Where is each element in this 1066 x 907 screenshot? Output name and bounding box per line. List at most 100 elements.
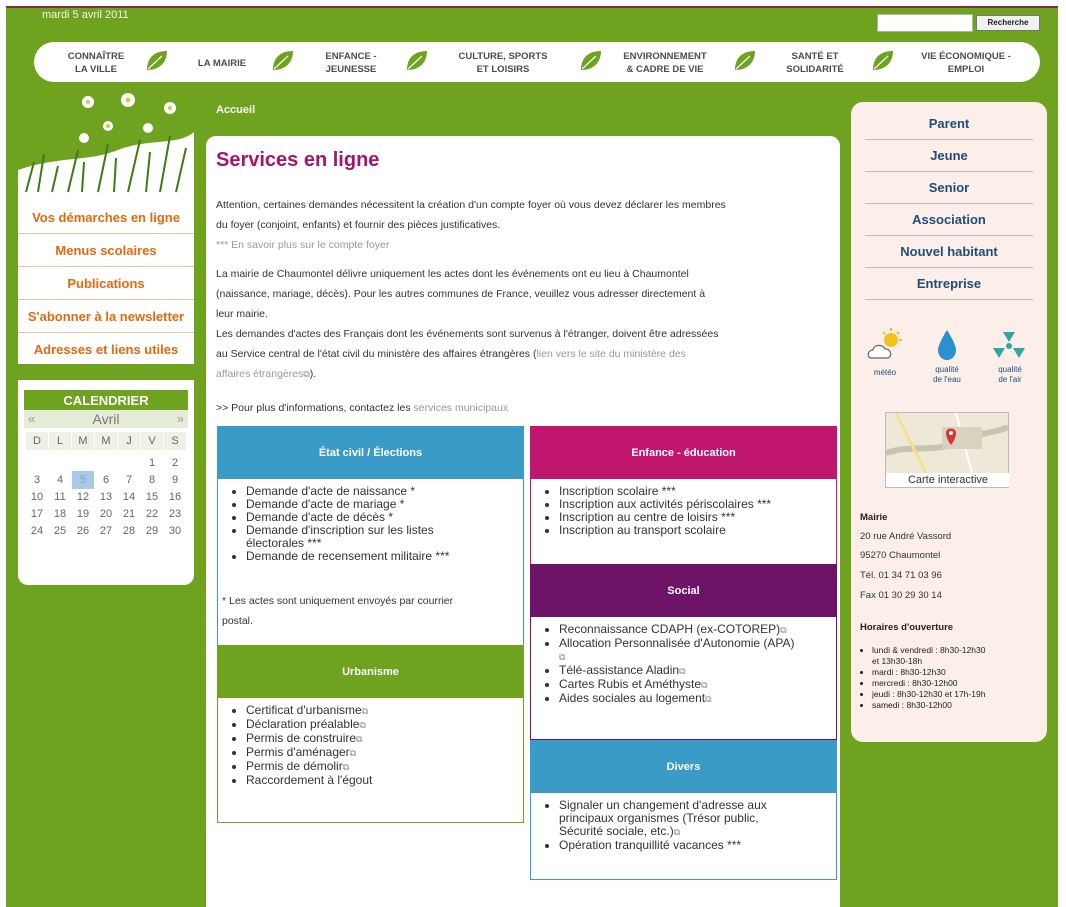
- service-link[interactable]: Déclaration préalable⧉: [246, 718, 372, 732]
- date-label: mardi 5 avril 2011: [42, 9, 129, 21]
- service-link[interactable]: Opération tranquillité vacances ***: [559, 839, 767, 852]
- external-link-icon: ⧉: [673, 827, 681, 837]
- air-quality-icon[interactable]: [991, 330, 1027, 360]
- calendar-day[interactable]: 11: [49, 488, 71, 506]
- calendar-day[interactable]: 9: [164, 471, 186, 489]
- info-line: La mairie de Chaumontel délivre uniqueme…: [216, 268, 689, 280]
- profile-link-nouvel-habitant[interactable]: Nouvel habitant: [865, 236, 1033, 268]
- calendar-day[interactable]: 23: [164, 505, 186, 523]
- calendar-day[interactable]: 25: [49, 522, 71, 540]
- calendar-next-button[interactable]: »: [177, 410, 184, 428]
- ministere-link[interactable]: affaires étrangères: [216, 368, 303, 380]
- profile-link-senior[interactable]: Senior: [865, 172, 1033, 204]
- service-link[interactable]: Aides sociales au logement⧉: [559, 692, 831, 706]
- calendar-day[interactable]: 10: [26, 488, 48, 506]
- calendar-day[interactable]: 29: [141, 522, 163, 540]
- left-menu-item[interactable]: Vos démarches en ligne: [18, 202, 194, 234]
- divers-box: Divers Signaler un changement d'adresse …: [530, 740, 837, 880]
- calendar-day[interactable]: 16: [164, 488, 186, 506]
- service-link[interactable]: Certificat d'urbanisme⧉: [246, 704, 372, 718]
- nav-item-mairie[interactable]: LA MAIRIE: [180, 49, 264, 77]
- map-label[interactable]: Carte interactive: [886, 473, 1010, 487]
- calendar-day[interactable]: 17: [26, 505, 48, 523]
- left-menu-item[interactable]: Publications: [18, 268, 194, 300]
- calendar-day-header: D: [26, 432, 48, 450]
- service-link[interactable]: Cartes Rubis et Améthyste⧉: [559, 678, 831, 692]
- service-link[interactable]: Raccordement à l'égout: [246, 774, 372, 787]
- mairie-phone: Tél. 01 34 71 03 96: [860, 570, 942, 581]
- service-link[interactable]: Permis de construire⧉: [246, 732, 372, 746]
- calendar-day[interactable]: 12: [72, 488, 94, 506]
- calendar-day[interactable]: 22: [141, 505, 163, 523]
- hours-title: Horaires d'ouverture: [860, 622, 954, 633]
- left-menu-item[interactable]: S'abonner à la newsletter: [18, 301, 194, 333]
- profile-link-jeune[interactable]: Jeune: [865, 140, 1033, 172]
- urbanisme-title: Urbanisme: [218, 646, 523, 698]
- profile-link-association[interactable]: Association: [865, 204, 1033, 236]
- service-link[interactable]: Signaler un changement d'adresse auxprin…: [559, 799, 767, 839]
- nav-item-sante[interactable]: SANTÉ ET SOLIDARITÉ: [770, 49, 860, 77]
- service-link[interactable]: Permis d'aménager⧉: [246, 746, 372, 760]
- calendar-day[interactable]: 8: [141, 471, 163, 489]
- nav-label: SANTÉ ET: [791, 51, 839, 62]
- profile-link-entreprise[interactable]: Entreprise: [865, 268, 1033, 300]
- nav-item-enfance[interactable]: ENFANCE - JEUNESSE: [304, 49, 398, 77]
- services-municipaux-link[interactable]: services municipaux: [414, 402, 509, 414]
- service-link[interactable]: Allocation Personnalisée d'Autonomie (AP…: [559, 637, 831, 664]
- calendar-day[interactable]: 18: [49, 505, 71, 523]
- nav-item-economie[interactable]: VIE ÉCONOMIQUE - EMPLOI: [902, 49, 1030, 77]
- calendar-day[interactable]: 27: [95, 522, 117, 540]
- calendar-day[interactable]: 20: [95, 505, 117, 523]
- calendar-day[interactable]: 1: [141, 454, 163, 472]
- weather-icon[interactable]: [865, 328, 905, 364]
- external-link-icon: ⧉: [679, 666, 686, 676]
- calendar-day[interactable]: 19: [72, 505, 94, 523]
- search-input[interactable]: [877, 14, 973, 32]
- calendar-day[interactable]: 30: [164, 522, 186, 540]
- service-link[interactable]: Demande d'inscription sur les listesélec…: [246, 524, 449, 550]
- breadcrumb[interactable]: Accueil: [216, 104, 255, 116]
- ministere-link[interactable]: lien vers le site du ministère des: [536, 348, 685, 360]
- water-drop-icon[interactable]: [935, 328, 959, 362]
- page: mardi 5 avril 2011 Recherche CONNAÎTRE LA…: [0, 0, 1066, 907]
- calendar-day[interactable]: 24: [26, 522, 48, 540]
- search-button[interactable]: Recherche: [976, 15, 1040, 31]
- profile-link-parent[interactable]: Parent: [865, 108, 1033, 140]
- service-link[interactable]: Télé-assistance Aladin⧉: [559, 664, 831, 678]
- service-link[interactable]: Reconnaissance CDAPH (ex-COTOREP)⧉: [559, 623, 831, 637]
- left-menu-item[interactable]: Menus scolaires: [18, 235, 194, 267]
- nav-item-environnement[interactable]: ENVIRONNEMENT & CADRE DE VIE: [608, 49, 722, 77]
- calendar-day[interactable]: 5: [72, 471, 94, 489]
- calendar-day[interactable]: 28: [118, 522, 140, 540]
- left-menu-item[interactable]: Adresses et liens utiles: [18, 334, 194, 366]
- service-link[interactable]: Inscription au transport scolaire: [559, 524, 771, 537]
- info-line: leur mairie.: [216, 308, 268, 320]
- calendar-day[interactable]: 2: [164, 454, 186, 472]
- calendar-prev-button[interactable]: «: [28, 410, 35, 428]
- calendar-day[interactable]: 15: [141, 488, 163, 506]
- service-link[interactable]: Demande de recensement militaire ***: [246, 550, 449, 563]
- calendar-day[interactable]: 14: [118, 488, 140, 506]
- enfance-box: Enfance - éducation Inscription scolaire…: [530, 426, 837, 566]
- calendar-day[interactable]: 3: [26, 471, 48, 489]
- left-menu: Vos démarches en ligne Menus scolaires P…: [18, 202, 194, 364]
- widget-text: de l'air: [998, 375, 1022, 384]
- service-link[interactable]: Permis de démolir⧉: [246, 760, 372, 774]
- calendar-day[interactable]: 21: [118, 505, 140, 523]
- widget-text: de l'eau: [933, 375, 961, 384]
- calendar-day[interactable]: 26: [72, 522, 94, 540]
- etat-civil-list: Demande d'acte de naissance * Demande d'…: [246, 485, 449, 563]
- nav-item-culture[interactable]: CULTURE, SPORTS ET LOISIRS: [438, 49, 568, 77]
- calendar-day[interactable]: 6: [95, 471, 117, 489]
- nav-item-connaitre[interactable]: CONNAÎTRE LA VILLE: [48, 49, 144, 77]
- divers-title: Divers: [531, 741, 836, 793]
- interactive-map[interactable]: Carte interactive: [885, 412, 1010, 488]
- compte-foyer-link[interactable]: *** En savoir plus sur le compte foyer: [216, 235, 842, 255]
- calendar-day[interactable]: 4: [49, 471, 71, 489]
- mairie-title: Mairie: [860, 512, 888, 523]
- calendar-day[interactable]: 7: [118, 471, 140, 489]
- info-line: Les demandes d'actes des Français dont l…: [216, 328, 719, 340]
- leaf-icon: [873, 51, 893, 70]
- intro-line: du foyer (conjoint, enfants) et fournir …: [216, 219, 501, 231]
- calendar-day[interactable]: 13: [95, 488, 117, 506]
